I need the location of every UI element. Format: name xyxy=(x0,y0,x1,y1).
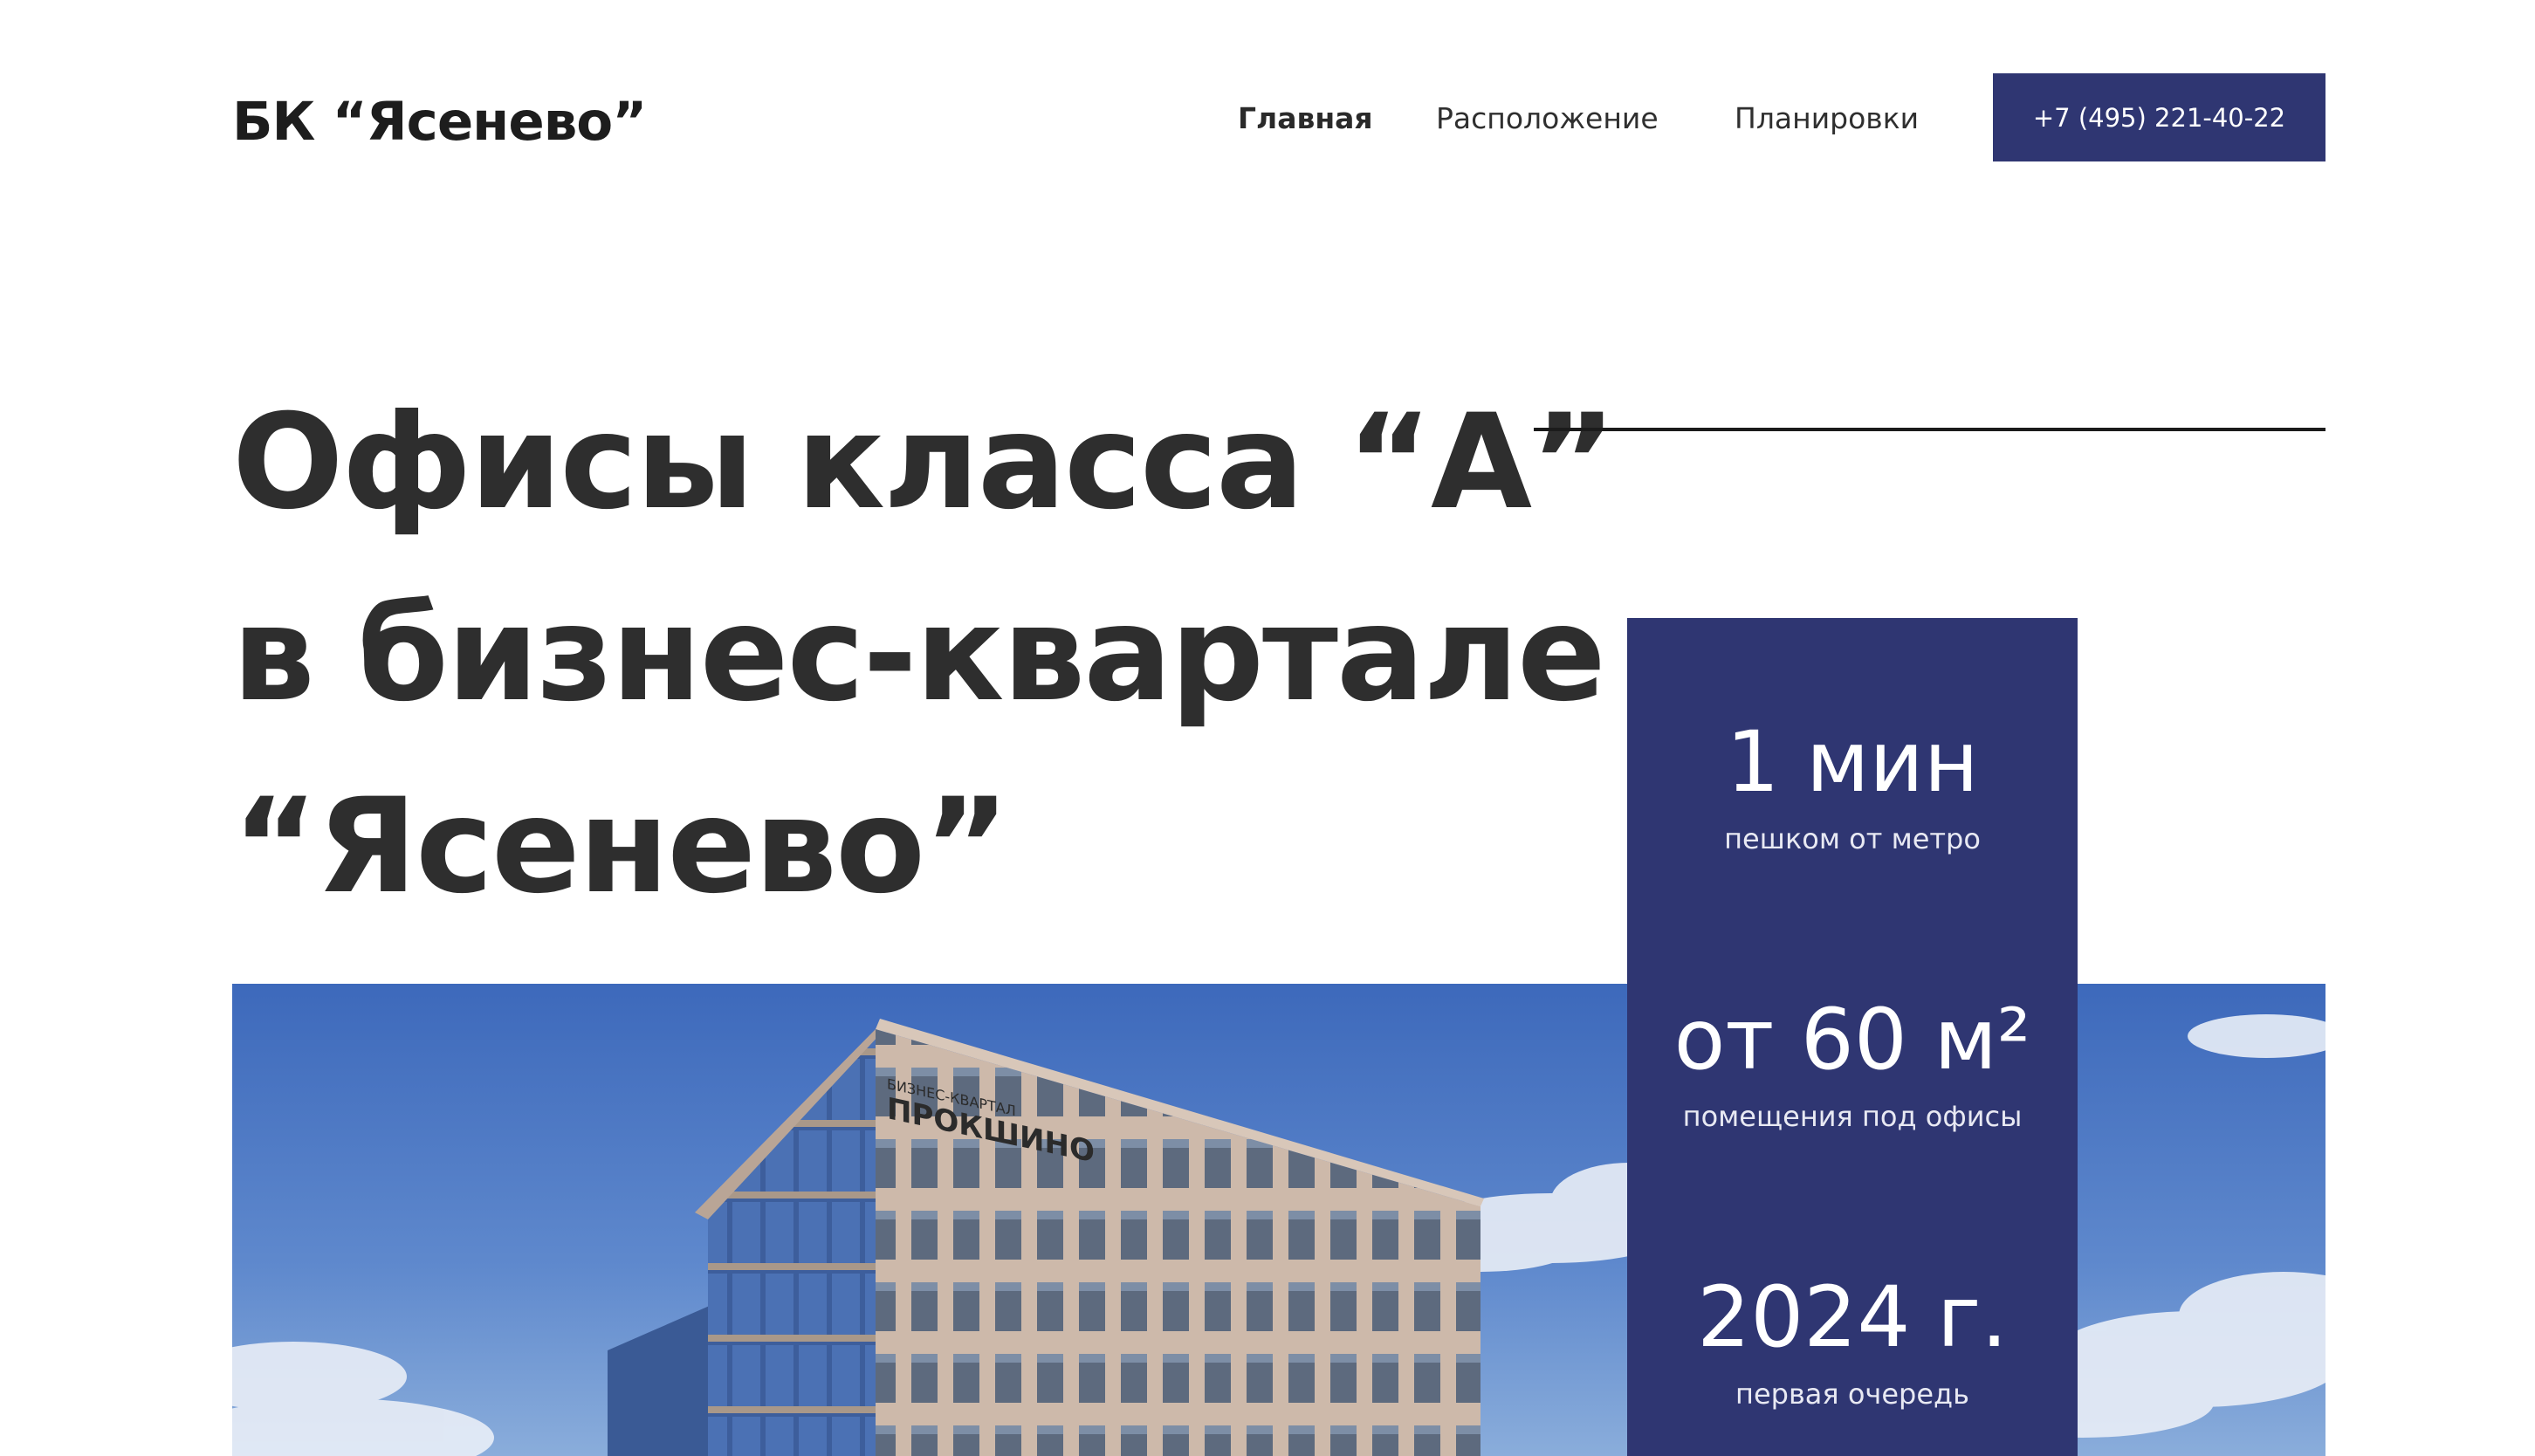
stat-metro: 1 мин пешком от метро xyxy=(1627,714,2078,855)
hero-title: Офисы класса “А” в бизнес-квартале “Ясен… xyxy=(232,367,1617,943)
stat-caption: помещения под офисы xyxy=(1682,1100,2023,1133)
nav-link-plans[interactable]: Планировки xyxy=(1735,101,1919,135)
stats-panel: 1 мин пешком от метро от 60 м² помещения… xyxy=(1627,618,2078,1456)
nav-link-home[interactable]: Главная xyxy=(1238,101,1373,135)
stat-caption: пешком от метро xyxy=(1724,822,1981,855)
phone-button[interactable]: +7 (495) 221-40-22 xyxy=(1993,73,2325,161)
stat-value: 2024 г. xyxy=(1697,1268,2008,1366)
hero-title-line-1: Офисы класса “А” xyxy=(232,387,1617,539)
stat-area: от 60 м² помещения под офисы xyxy=(1627,992,2078,1133)
stat-value: 1 мин xyxy=(1726,713,1979,811)
nav-link-location[interactable]: Расположение xyxy=(1436,101,1659,135)
stat-caption: первая очередь xyxy=(1735,1377,1969,1411)
stat-value: от 60 м² xyxy=(1673,991,2031,1089)
hero-title-line-3: “Ясенево” xyxy=(232,771,1010,923)
title-divider xyxy=(1534,428,2325,431)
landing-page: БК “Ясенево” Главная Расположение Планир… xyxy=(0,0,2535,1456)
hero-title-line-2: в бизнес-квартале xyxy=(232,579,1606,731)
stat-year: 2024 г. первая очередь xyxy=(1627,1269,2078,1411)
